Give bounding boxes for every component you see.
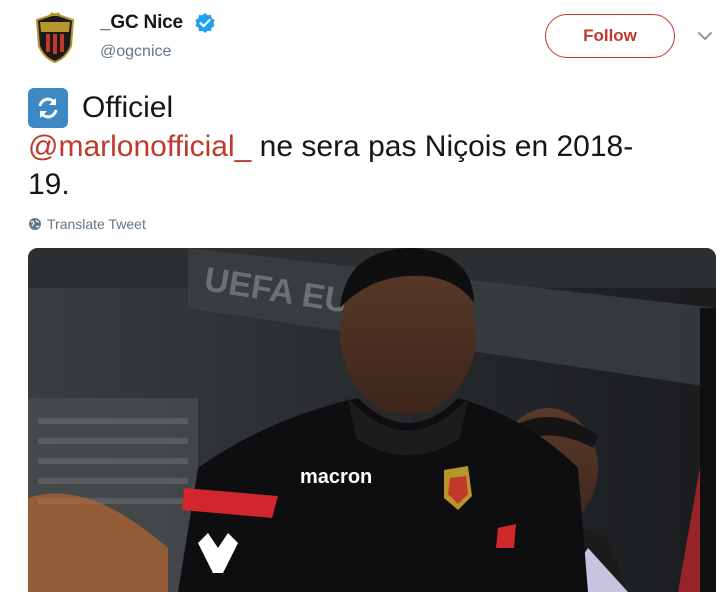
ogc-nice-crest-icon [35, 12, 75, 64]
shirt-brand-text: macron [300, 466, 372, 488]
chevron-down-icon[interactable] [697, 30, 713, 42]
display-name[interactable]: _GC Nice [100, 12, 183, 34]
tweet-body-text: ne sera pas Niçois en 2018- [251, 130, 634, 163]
tweet-header: _GC Nice @ogcnice Follow [0, 0, 720, 80]
translate-tweet-link[interactable]: Translate Tweet [28, 216, 146, 232]
tweet-body: @marlonofficial_ ne sera pas Niçois en 2… [28, 128, 708, 166]
tweet-text: Officiel @marlonofficial_ ne sera pas Ni… [28, 88, 708, 204]
repeat-arrows-icon [28, 88, 68, 128]
mention-link[interactable]: @marlonofficial_ [28, 130, 251, 163]
verified-badge-icon [195, 13, 215, 33]
avatar[interactable] [26, 8, 84, 66]
globe-icon [29, 218, 41, 230]
player-photo: UEFA EU macron [28, 248, 716, 592]
handle[interactable]: @ogcnice [100, 43, 171, 61]
tweet-media-photo[interactable]: UEFA EU macron [28, 248, 716, 592]
tweet-line-officiel: Officiel [28, 88, 708, 128]
follow-button[interactable]: Follow [545, 14, 675, 58]
tweet-headline: Officiel [82, 91, 174, 124]
translate-label[interactable]: Translate Tweet [47, 216, 146, 232]
tweet-body-end: 19. [28, 168, 70, 201]
